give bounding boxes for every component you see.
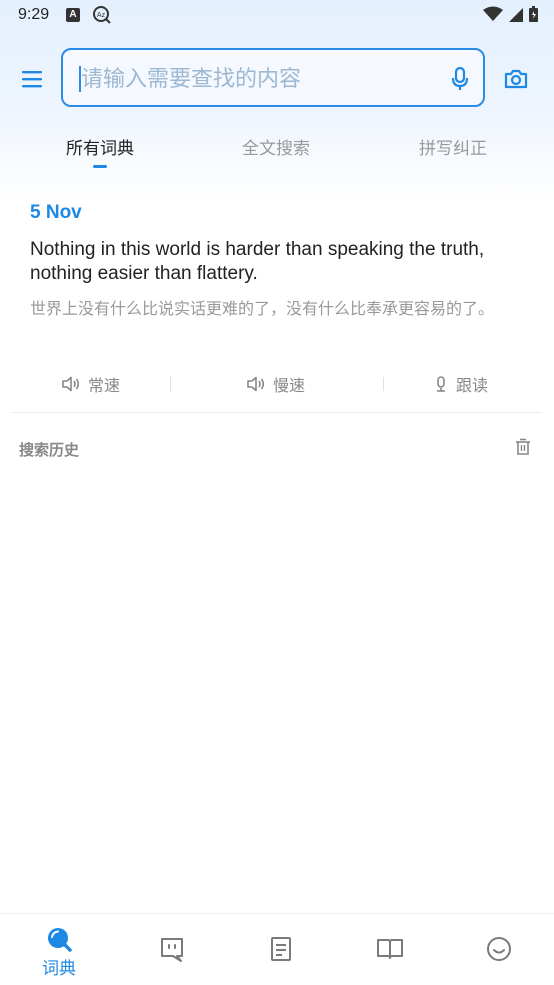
- playback-actions: 常速 慢速 跟读: [12, 368, 542, 400]
- battery-icon: [529, 6, 538, 22]
- tab-all-dictionaries[interactable]: 所有词典: [66, 134, 134, 159]
- action-divider: [170, 377, 171, 391]
- normal-speed-label: 常速: [88, 376, 121, 395]
- daily-chinese-translation: 世界上没有什么比说实话更难的了，没有什么比奉承更容易的了。: [30, 299, 495, 318]
- status-time: 9:29: [18, 6, 50, 23]
- nav-me[interactable]: [444, 914, 554, 985]
- normal-speed-button[interactable]: 常速: [62, 372, 120, 396]
- notification-a-icon: A: [66, 8, 80, 22]
- active-tab-indicator: [93, 165, 107, 168]
- dictionary-tabs: 所有词典 全文搜索 拼写纠正: [0, 128, 554, 172]
- notes-icon: [271, 937, 291, 961]
- hamburger-menu-icon: [22, 71, 42, 88]
- microphone-icon: [451, 66, 469, 90]
- svg-text:Az: Az: [97, 12, 106, 19]
- menu-button[interactable]: [22, 70, 42, 88]
- follow-read-button[interactable]: 跟读: [434, 372, 488, 396]
- tab-spell-check[interactable]: 拼写纠正: [419, 134, 487, 159]
- notification-dictionary-icon: Az: [92, 5, 112, 29]
- slow-speed-button[interactable]: 慢速: [247, 372, 305, 396]
- mic-icon: [437, 376, 445, 392]
- camera-icon: [504, 69, 528, 89]
- tab-full-text-search[interactable]: 全文搜索: [242, 134, 310, 159]
- trash-icon: [516, 438, 530, 455]
- nav-chat[interactable]: [117, 914, 227, 985]
- wifi-icon: [483, 6, 503, 21]
- slow-speed-label: 慢速: [273, 376, 306, 395]
- status-bar: 9:29 A Az: [0, 0, 554, 30]
- search-input[interactable]: [79, 60, 443, 98]
- signal-icon: [509, 8, 523, 22]
- nav-dictionary-label: 词典: [42, 959, 76, 979]
- speaker-icon: [62, 376, 80, 392]
- smiley-icon: [487, 937, 511, 961]
- section-divider: [12, 412, 542, 413]
- search-history-title: 搜索历史: [19, 441, 80, 459]
- daily-english-sentence: Nothing in this world is harder than spe…: [30, 239, 485, 284]
- text-cursor: [79, 66, 81, 92]
- camera-search-button[interactable]: [504, 68, 528, 94]
- speaker-icon: [247, 376, 265, 392]
- action-divider: [383, 377, 384, 391]
- bottom-navigation: 词典: [0, 913, 554, 985]
- chat-icon: [161, 938, 183, 962]
- nav-book[interactable]: [335, 914, 445, 985]
- clear-history-button[interactable]: [514, 438, 532, 460]
- dictionary-search-icon: [48, 928, 72, 952]
- nav-notes[interactable]: [226, 914, 336, 985]
- daily-sentence-card[interactable]: 5 Nov Nothing in this world is harder th…: [30, 202, 520, 322]
- book-icon: [377, 939, 403, 959]
- nav-dictionary[interactable]: 词典: [4, 914, 114, 985]
- voice-search-button[interactable]: [451, 66, 469, 95]
- daily-date: 5 Nov: [30, 202, 82, 223]
- follow-read-label: 跟读: [456, 376, 489, 395]
- search-box[interactable]: [61, 48, 485, 107]
